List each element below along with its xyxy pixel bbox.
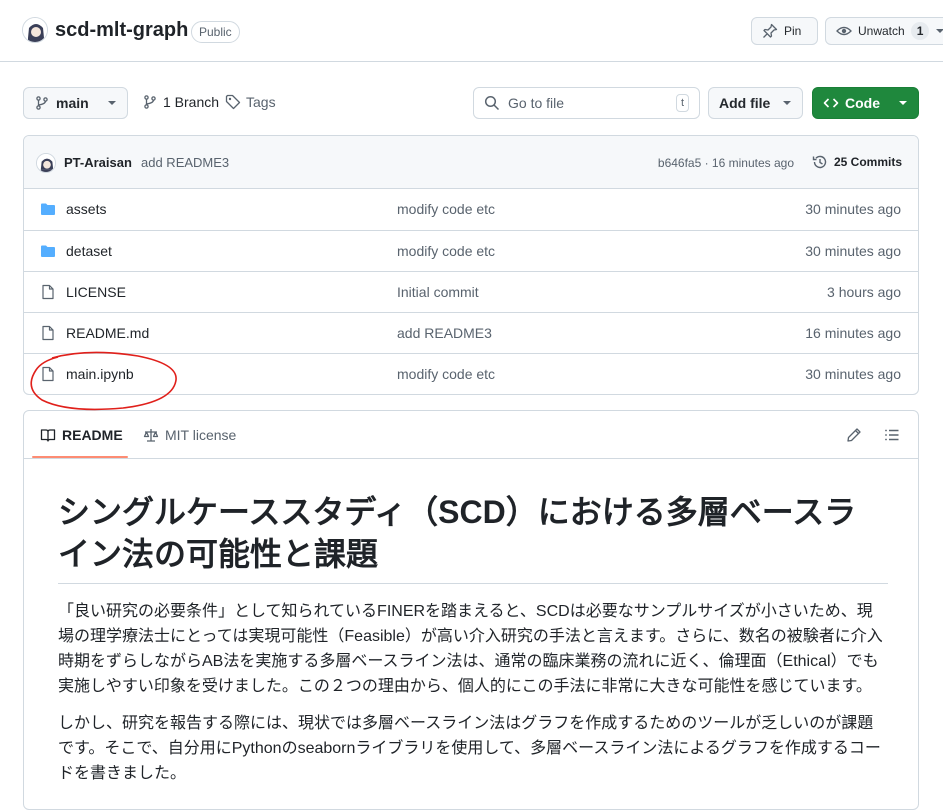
pin-label: Pin — [784, 24, 802, 38]
add-file-button[interactable]: Add file — [708, 87, 803, 119]
file-row[interactable]: assets modify code etc 30 minutes ago — [24, 189, 918, 230]
unwatch-label: Unwatch — [858, 24, 905, 38]
commits-link[interactable]: 25 Commits — [812, 154, 902, 170]
branches-link[interactable]: 1 Branch — [142, 94, 219, 110]
branch-name: main — [56, 95, 89, 111]
scale-icon — [143, 427, 159, 443]
file-commit-message[interactable]: modify code etc — [397, 366, 495, 382]
visibility-badge: Public — [191, 21, 240, 43]
tab-readme[interactable]: README — [40, 427, 123, 443]
folder-icon — [40, 243, 56, 259]
chevron-down-icon — [898, 98, 908, 108]
tab-readme-label: README — [62, 427, 123, 443]
file-icon — [40, 366, 56, 382]
file-table: PT-Araisan add README3 b646fa5 · 16 minu… — [23, 135, 919, 395]
tag-icon — [225, 94, 241, 110]
file-commit-date: 30 minutes ago — [805, 243, 901, 259]
file-name[interactable]: main.ipynb — [66, 366, 134, 382]
file-name[interactable]: LICENSE — [66, 284, 126, 300]
commit-message[interactable]: add README3 — [141, 155, 229, 170]
file-commit-message[interactable]: modify code etc — [397, 201, 495, 217]
pencil-icon — [846, 427, 862, 443]
watch-count: 1 — [910, 22, 930, 40]
commit-hash-time[interactable]: b646fa5 · 16 minutes ago — [658, 156, 794, 170]
readme-panel: README MIT license シングルケーススタディ（SCD）における多… — [23, 410, 919, 810]
latest-commit-bar: PT-Araisan add README3 b646fa5 · 16 minu… — [24, 136, 918, 189]
search-icon — [484, 95, 500, 111]
branches-label: 1 Branch — [163, 94, 220, 110]
book-icon — [40, 427, 56, 443]
file-commit-message[interactable]: Initial commit — [397, 284, 479, 300]
repo-name[interactable]: scd-mlt-graph — [55, 19, 188, 42]
file-commit-date: 3 hours ago — [827, 284, 901, 300]
chevron-down-icon — [935, 26, 943, 36]
history-icon — [812, 154, 828, 170]
pin-icon — [762, 23, 778, 39]
file-row[interactable]: LICENSE Initial commit 3 hours ago — [24, 271, 918, 312]
branch-icon — [142, 94, 158, 110]
eye-icon — [836, 23, 852, 39]
readme-paragraph-2: しかし、研究を報告する際には、現状では多層ベースライン法はグラフを作成するための… — [58, 715, 881, 782]
file-commit-date: 30 minutes ago — [805, 201, 901, 217]
commits-count: 25 Commits — [833, 155, 902, 169]
goto-placeholder: Go to file — [508, 95, 565, 111]
edit-readme-button[interactable] — [846, 427, 862, 443]
file-icon — [40, 284, 56, 300]
file-commit-message[interactable]: add README3 — [397, 325, 492, 341]
add-file-label: Add file — [719, 95, 771, 111]
readme-paragraph-1: 「良い研究の必要条件」として知られているFINERを踏まえると、SCDは必要なサ… — [58, 603, 883, 695]
goto-file-input[interactable]: Go to file t — [473, 87, 700, 119]
chevron-down-icon — [107, 98, 117, 108]
folder-icon — [40, 201, 56, 217]
tab-license-label: MIT license — [165, 427, 237, 443]
file-row[interactable]: main.ipynb modify code etc 30 minutes ago — [24, 353, 918, 394]
active-tab-indicator — [32, 456, 128, 458]
readme-title: シングルケーススタディ（SCD）における多層ベースライン法の可能性と課題 — [58, 491, 888, 584]
code-icon — [823, 95, 839, 111]
file-commit-date: 16 minutes ago — [805, 325, 901, 341]
pin-button[interactable]: Pin — [751, 17, 818, 45]
owner-avatar[interactable] — [22, 17, 48, 43]
tab-license[interactable]: MIT license — [143, 427, 236, 443]
branch-icon — [34, 95, 50, 111]
goto-shortcut-key: t — [675, 94, 689, 112]
file-row[interactable]: detaset modify code etc 30 minutes ago — [24, 230, 918, 271]
file-commit-message[interactable]: modify code etc — [397, 243, 495, 259]
file-row[interactable]: README.md add README3 16 minutes ago — [24, 312, 918, 353]
file-icon — [40, 325, 56, 341]
branch-selector[interactable]: main — [23, 87, 128, 119]
file-name[interactable]: README.md — [66, 325, 149, 341]
code-label: Code — [845, 95, 880, 111]
file-commit-date: 30 minutes ago — [805, 366, 901, 382]
file-name[interactable]: assets — [66, 201, 106, 217]
readme-tabs: README MIT license — [24, 411, 918, 459]
list-icon — [884, 427, 900, 443]
tags-link[interactable]: Tags — [225, 94, 276, 110]
commit-author[interactable]: PT-Araisan — [64, 155, 132, 170]
unwatch-button[interactable]: Unwatch 1 — [825, 17, 943, 45]
chevron-down-icon — [782, 98, 792, 108]
author-avatar[interactable] — [36, 153, 56, 173]
tags-label: Tags — [246, 94, 276, 110]
file-name[interactable]: detaset — [66, 243, 112, 259]
code-button[interactable]: Code — [812, 87, 919, 119]
outline-button[interactable] — [884, 427, 900, 443]
